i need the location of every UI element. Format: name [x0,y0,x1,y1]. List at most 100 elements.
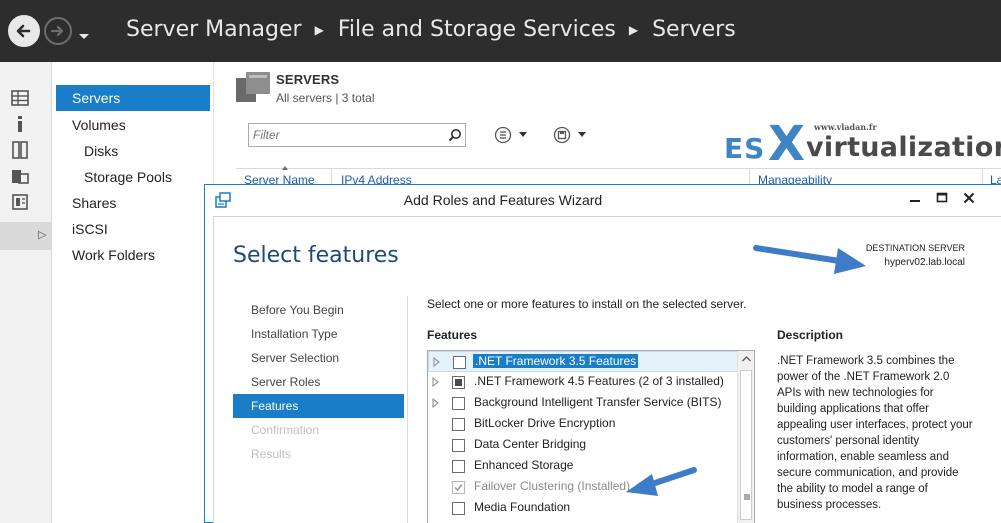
wizard-heading: Select features [233,243,399,268]
annotation-arrow-icon [753,245,866,274]
add-roles-features-wizard: Add Roles and Features Wizard Select fea… [204,184,1001,523]
breadcrumb: Server Manager ▶ File and Storage Servic… [126,17,736,42]
dashboard-icon[interactable] [10,88,30,108]
forward-button[interactable] [44,17,72,45]
filter-box [248,123,466,147]
feature-label: Failover Clustering (Installed) [474,479,631,493]
maximize-icon [936,192,948,203]
arrow-right-icon [50,25,64,37]
close-button[interactable] [956,187,982,209]
step-before-you-begin[interactable]: Before You Begin [233,298,404,322]
sort-ascending-icon [282,166,288,170]
storage-nav-pane: Servers Volumes Disks Storage Pools Shar… [52,62,214,523]
roles-icon[interactable] [10,192,30,212]
feature-row[interactable]: Background Intelligent Transfer Service … [428,393,738,414]
nav-item-iscsi[interactable]: iSCSI [72,216,108,242]
minimize-icon [910,200,920,202]
wizard-title-bar[interactable]: Add Roles and Features Wizard [205,185,1001,215]
wizard-title: Add Roles and Features Wizard [403,192,603,208]
checkmark-icon [454,484,463,492]
feature-checkbox[interactable] [453,356,466,369]
rail-expand-icon[interactable]: ▷ [38,228,46,241]
description-label: Description [777,328,844,342]
feature-row[interactable]: .NET Framework 3.5 Features [428,351,738,372]
destination-server-name: hyperv02.lab.local [884,257,965,268]
feature-label: Data Center Bridging [474,437,587,451]
features-instructions: Select one or more features to install o… [427,297,747,311]
title-bar: Server Manager ▶ File and Storage Servic… [0,0,1001,62]
feature-checkbox-installed [452,481,465,494]
step-server-roles[interactable]: Server Roles [233,370,404,394]
nav-item-servers[interactable]: Servers [56,85,210,111]
annotation-arrow-icon [626,467,697,496]
feature-checkbox[interactable] [452,439,465,452]
feature-label: Enhanced Storage [474,458,574,472]
feature-label: .NET Framework 3.5 Features [473,354,639,368]
destination-server-label: DESTINATION SERVER [865,243,965,253]
back-button[interactable] [8,15,40,47]
grip-icon [744,494,750,500]
features-label: Features [427,328,478,342]
feature-checkbox[interactable] [452,502,465,515]
filter-input[interactable] [249,124,439,146]
feature-label: Media Foundation [474,500,571,514]
feature-checkbox[interactable] [452,397,465,410]
breadcrumb-server-manager[interactable]: Server Manager [126,17,302,42]
file-storage-icon[interactable] [10,166,30,186]
feature-row[interactable]: BitLocker Drive Encryption [428,414,738,435]
nav-item-disks[interactable]: Disks [84,138,118,164]
step-results: Results [251,447,292,461]
features-scrollbar[interactable] [737,351,754,523]
feature-label: Background Intelligent Transfer Service … [474,395,722,409]
wizard-body: Select features DESTINATION SERVER hyper… [213,216,1001,523]
step-installation-type[interactable]: Installation Type [233,322,404,346]
feature-label: BitLocker Drive Encryption [474,416,616,430]
expand-triangle-icon[interactable] [432,398,440,408]
feature-checkbox[interactable] [452,460,465,473]
info-icon[interactable] [10,114,30,134]
expand-triangle-icon[interactable] [433,357,441,367]
breadcrumb-separator-icon: ▶ [628,22,639,37]
save-query-button[interactable] [553,124,593,146]
esx-virtualization-watermark: www.vladan.fr ES X virtualization [724,116,1001,174]
servers-tile-icon [236,72,270,102]
list-options-icon [494,126,527,144]
step-server-selection[interactable]: Server Selection [233,346,404,370]
features-tree: .NET Framework 3.5 Features .NET Framewo… [427,350,755,523]
watermark-url: www.vladan.fr [814,122,877,132]
watermark-x: X [768,116,806,172]
list-options-button[interactable] [494,124,534,146]
chevron-down-icon [79,34,89,39]
servers-subtitle: All servers | 3 total [276,91,375,105]
breadcrumb-file-storage[interactable]: File and Storage Services [338,17,616,42]
nav-item-storage-pools[interactable]: Storage Pools [84,164,172,190]
step-confirmation: Confirmation [251,423,320,437]
feature-row[interactable]: Data Center Bridging [428,435,738,456]
maximize-button[interactable] [929,187,955,209]
scrollbar-thumb[interactable] [740,370,752,520]
watermark-virtualization: virtualization [806,132,1001,163]
nav-item-shares[interactable]: Shares [72,190,116,216]
breadcrumb-servers[interactable]: Servers [652,17,736,42]
feature-row[interactable]: .NET Framework 4.5 Features (2 of 3 inst… [428,372,738,393]
scroll-up-icon[interactable] [738,351,755,368]
feature-checkbox-partial[interactable] [452,376,465,389]
step-features[interactable]: Features [233,394,404,418]
watermark-es: ES [724,132,766,165]
nav-item-volumes[interactable]: Volumes [72,112,126,138]
close-icon [963,192,975,204]
save-icon [553,126,586,144]
all-servers-icon[interactable] [10,140,30,160]
feature-label: .NET Framework 4.5 Features (2 of 3 inst… [474,374,724,388]
history-dropdown[interactable] [77,26,91,39]
feature-checkbox[interactable] [452,418,465,431]
expand-triangle-icon[interactable] [432,377,440,387]
description-text: .NET Framework 3.5 combines the power of… [777,355,973,511]
minimize-button[interactable] [902,187,928,209]
nav-item-work-folders[interactable]: Work Folders [72,242,155,268]
icon-rail: ▷ [0,62,52,523]
wizard-divider [407,296,408,523]
arrow-left-icon [11,18,37,44]
breadcrumb-separator-icon: ▶ [314,22,324,37]
search-icon[interactable] [448,128,462,142]
